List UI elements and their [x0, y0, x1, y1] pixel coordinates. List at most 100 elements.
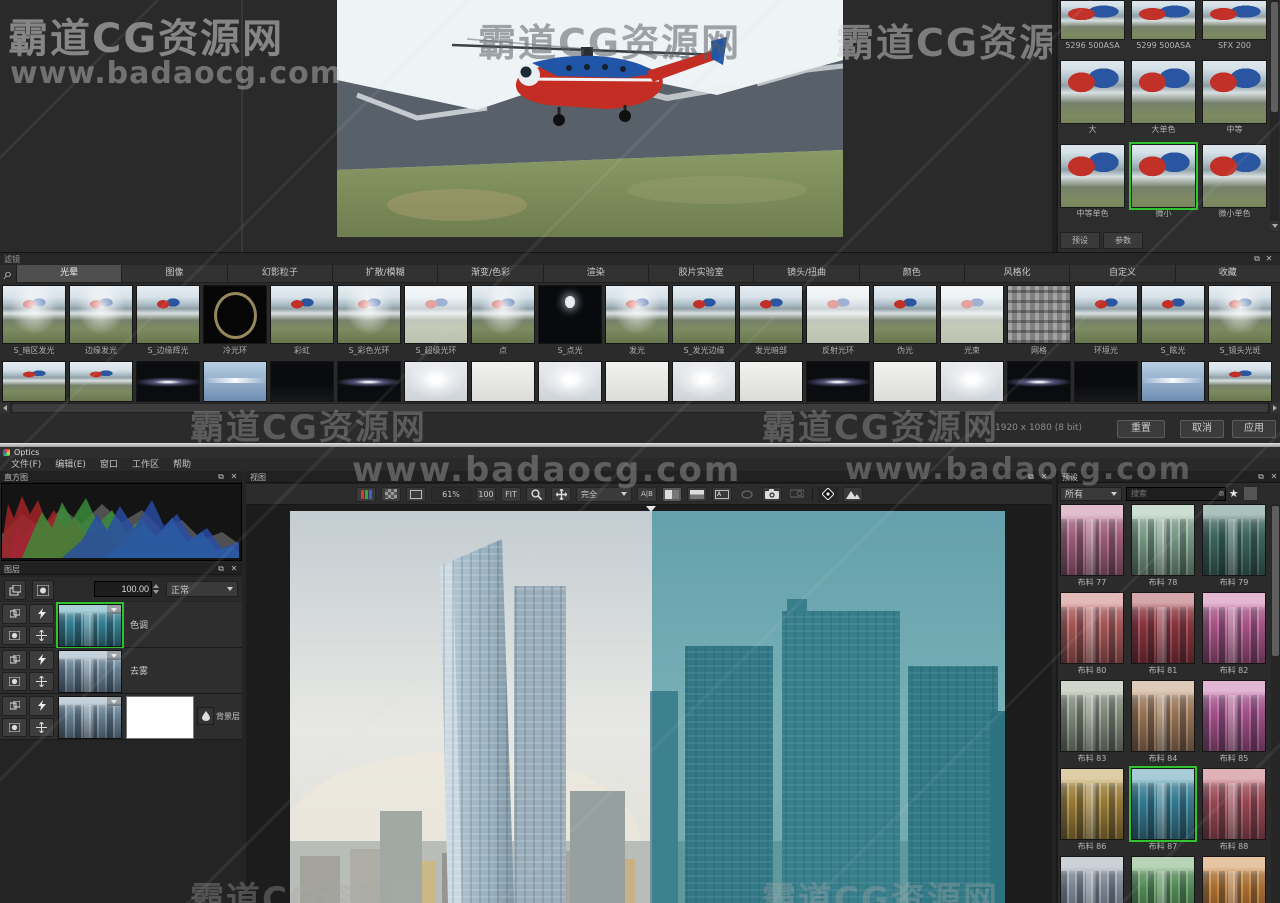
filter-item[interactable]: 边缘发光 — [69, 285, 133, 357]
grain-preset-thumbnail[interactable] — [1202, 60, 1267, 124]
preset-item[interactable]: 布料 77 — [1060, 504, 1124, 590]
preset-item[interactable]: 布料 83 — [1060, 680, 1124, 766]
close-icon[interactable]: ✕ — [1264, 254, 1274, 264]
filter-category-tab[interactable]: 胶片实验室 — [649, 265, 753, 282]
filter-thumbnail[interactable] — [1208, 285, 1272, 344]
filter-category-tab[interactable]: 扩散/模糊 — [333, 265, 437, 282]
scroll-right-button[interactable] — [1270, 403, 1280, 413]
grain-preset-item[interactable]: 中等 — [1202, 60, 1267, 136]
search-input[interactable] — [1126, 487, 1226, 501]
apply-button[interactable]: 应用 — [1232, 420, 1276, 438]
layer-fx-icon[interactable] — [29, 604, 54, 624]
filter-item[interactable]: 冷光环 — [203, 285, 267, 357]
filter-thumbnail[interactable] — [672, 361, 736, 402]
filter-item[interactable]: 发光 — [605, 285, 669, 357]
filter-thumbnail[interactable] — [136, 285, 200, 344]
preset-item[interactable]: 布料 85 — [1202, 680, 1266, 766]
filter-thumbnail[interactable] — [605, 285, 669, 344]
filter-category-tab[interactable]: 渐变/色彩 — [438, 265, 542, 282]
layer-row[interactable]: 色调 — [0, 602, 242, 648]
filter-item[interactable]: S_彩色光环 — [337, 285, 401, 357]
filter-thumbnail[interactable] — [1208, 361, 1272, 402]
grain-preset-thumbnail[interactable] — [1202, 144, 1267, 208]
filter-item[interactable]: S_眩光 — [1141, 285, 1205, 357]
filter-item[interactable]: S_边缘辉光 — [136, 285, 200, 357]
filter-thumbnail[interactable] — [203, 361, 267, 402]
layer-fx-icon[interactable] — [29, 696, 54, 716]
grain-preset-item[interactable]: 大 — [1060, 60, 1125, 136]
layer-thumbnail[interactable] — [58, 650, 122, 693]
heads-up-display-button[interactable] — [843, 487, 863, 502]
grain-preset-thumbnail[interactable] — [1131, 0, 1196, 40]
filter-thumbnail[interactable] — [404, 285, 468, 344]
filter-thumbnail[interactable] — [806, 361, 870, 402]
filter-category-tab[interactable]: 风格化 — [965, 265, 1069, 282]
filter-thumbnail[interactable] — [69, 361, 133, 402]
filter-thumbnail[interactable] — [270, 285, 334, 344]
filter-thumbnail[interactable] — [940, 361, 1004, 402]
filter-thumbnail[interactable] — [1074, 285, 1138, 344]
layer-thumbnail[interactable] — [58, 604, 122, 647]
layer-row[interactable]: 去雾 — [0, 648, 242, 694]
grain-preset-item[interactable]: 5299 500ASA — [1131, 0, 1196, 52]
scrollbar-thumb[interactable] — [1272, 506, 1279, 656]
scroll-down-button[interactable] — [1270, 221, 1279, 231]
filter-category-tab[interactable]: 幻影粒子 — [228, 265, 332, 282]
filter-thumbnail[interactable] — [806, 285, 870, 344]
grain-preset-thumbnail[interactable] — [1060, 60, 1125, 124]
close-icon[interactable]: ✕ — [1269, 472, 1279, 482]
preset-thumbnail[interactable] — [1131, 856, 1195, 903]
filter-item[interactable]: 反射光环 — [806, 285, 870, 357]
preset-thumbnail[interactable] — [1060, 856, 1124, 903]
menu-item[interactable]: 帮助 — [166, 458, 198, 472]
add-layer-button[interactable] — [4, 580, 26, 600]
preset-item[interactable]: 布料 81 — [1131, 592, 1195, 678]
scrollbar-thumb[interactable] — [12, 404, 1268, 412]
viewer-canvas-b[interactable] — [246, 506, 1052, 903]
rgb-channels-button[interactable] — [356, 487, 376, 502]
view-mode-dropdown[interactable]: 完全 — [576, 487, 632, 502]
float-panel-icon[interactable]: ⧉ — [1026, 472, 1036, 482]
mask-overlay-button[interactable] — [406, 487, 426, 502]
filter-thumbnail[interactable] — [605, 361, 669, 402]
filter-category-tab[interactable]: 颜色 — [860, 265, 964, 282]
filter-thumbnail[interactable] — [739, 285, 803, 344]
blend-mode-dropdown[interactable]: 正常 — [166, 581, 238, 597]
filter-thumbnail[interactable] — [1007, 361, 1071, 402]
filter-category-tab[interactable]: 自定义 — [1070, 265, 1174, 282]
zoom-level-field[interactable]: 61% — [431, 487, 471, 502]
preset-item[interactable]: 布料 79 — [1202, 504, 1266, 590]
filter-thumbnail[interactable] — [940, 285, 1004, 344]
preset-item[interactable]: 布料 82 — [1202, 592, 1266, 678]
preset-thumbnail[interactable] — [1060, 680, 1124, 752]
preset-thumbnail[interactable] — [1131, 592, 1195, 664]
filter-thumbnail[interactable] — [739, 361, 803, 402]
layer-mask-icon[interactable] — [2, 718, 27, 738]
preset-thumbnail[interactable] — [1060, 592, 1124, 664]
preset-item[interactable]: 布料 84 — [1131, 680, 1195, 766]
preset-item[interactable]: 布料 88 — [1202, 768, 1266, 854]
filter-thumbnail[interactable] — [1074, 361, 1138, 402]
filter-item[interactable]: S_发光边缘 — [672, 285, 736, 357]
layer-transform-icon[interactable] — [29, 626, 54, 646]
grain-preset-item[interactable]: 大单色 — [1131, 60, 1196, 136]
filter-category-tab[interactable]: 镜头/扭曲 — [754, 265, 858, 282]
snapshot-button[interactable] — [762, 487, 782, 502]
layer-fx-icon[interactable] — [29, 650, 54, 670]
menu-item[interactable]: 编辑(E) — [48, 458, 93, 472]
preset-thumbnail[interactable] — [1202, 680, 1266, 752]
filter-thumbnail[interactable] — [1141, 285, 1205, 344]
preset-thumbnail[interactable] — [1131, 768, 1195, 840]
title-bar[interactable]: Optics — [0, 447, 1280, 458]
split-vertical-button[interactable] — [662, 487, 682, 502]
orientation-button[interactable] — [818, 487, 838, 502]
filter-item[interactable]: S_点光 — [538, 285, 602, 357]
filter-thumbnail[interactable] — [873, 361, 937, 402]
filter-thumbnail[interactable] — [672, 285, 736, 344]
filter-category-tab[interactable]: 渲染 — [544, 265, 648, 282]
display-output-button[interactable] — [787, 487, 807, 502]
layer-mask-icon[interactable] — [2, 626, 27, 646]
add-mask-button[interactable] — [32, 580, 54, 600]
grain-preset-thumbnail[interactable] — [1131, 144, 1196, 208]
float-panel-icon[interactable]: ⧉ — [1252, 254, 1262, 264]
